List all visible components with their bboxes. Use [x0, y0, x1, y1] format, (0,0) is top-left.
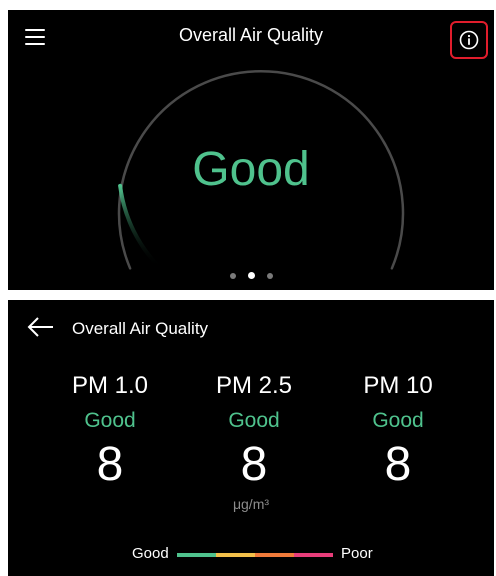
page-dot-2[interactable] [247, 272, 255, 279]
legend-poor-label: Poor [341, 545, 373, 562]
air-quality-overview-screen: Overall Air Quality Good [8, 10, 494, 290]
unit-label: μg/m³ [232, 496, 270, 512]
pm-quality: Good [84, 409, 136, 432]
legend-segment [294, 553, 333, 557]
detail-title: Overall Air Quality [72, 319, 209, 338]
legend-segment [255, 553, 294, 557]
legend-color-bar [177, 553, 333, 557]
legend-segment [216, 553, 255, 557]
legend-segment [177, 553, 216, 557]
legend-good-label: Good [132, 545, 169, 562]
pm-label: PM 1.0 [71, 372, 149, 399]
back-button[interactable] [26, 316, 56, 338]
page-dot-3[interactable] [266, 273, 273, 279]
pm-quality: Good [372, 409, 424, 432]
arrow-left-icon [27, 317, 53, 337]
page-indicator [8, 272, 494, 279]
pm-value: 8 [240, 438, 268, 491]
air-quality-status: Good [192, 143, 310, 196]
air-quality-detail-screen: Overall Air Quality PM 1.0 Good 8 PM 2.5… [8, 300, 494, 576]
pm-label: PM 2.5 [215, 372, 293, 399]
pm-value: 8 [96, 438, 124, 491]
pm-quality: Good [228, 409, 280, 432]
pm1-column: PM 1.0 Good 8 [40, 372, 180, 492]
page-dot-1[interactable] [229, 273, 236, 279]
pm10-column: PM 10 Good 8 [328, 372, 468, 492]
pm25-column: PM 2.5 Good 8 [184, 372, 324, 492]
quality-legend: Good Poor [8, 544, 494, 564]
pm-value: 8 [384, 438, 412, 491]
pm-label: PM 10 [363, 372, 433, 399]
